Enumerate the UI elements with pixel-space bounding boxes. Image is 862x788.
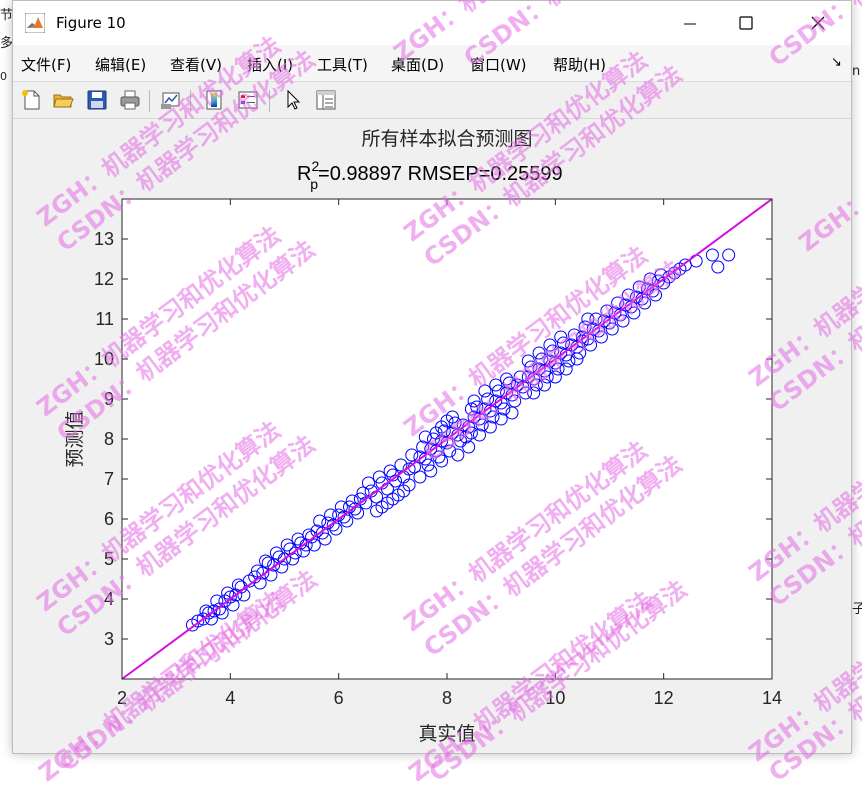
y-tick-label: 6 — [104, 509, 114, 529]
edit-plot-arrow-icon[interactable] — [279, 86, 307, 114]
matlab-logo-icon — [24, 12, 46, 34]
x-axis-label: 真实值 — [418, 723, 475, 745]
figure-toolbar — [13, 82, 851, 119]
window-title: Figure 10 — [56, 14, 126, 32]
y-tick-label: 8 — [104, 429, 114, 449]
dock-arrow-icon[interactable]: ↘ — [831, 55, 842, 70]
menu-edit[interactable]: 编辑(E) — [95, 54, 146, 75]
x-tick-label: 14 — [762, 688, 782, 708]
chart-title: 所有样本拟合预测图 — [361, 128, 532, 150]
print-icon[interactable] — [116, 86, 144, 114]
y-tick-label: 10 — [94, 349, 114, 369]
maximize-icon — [739, 16, 753, 30]
x-tick-label: 4 — [225, 688, 235, 708]
y-axis-label: 预测值 — [64, 410, 86, 467]
title-bar[interactable]: Figure 10 — [13, 1, 851, 45]
menu-tools[interactable]: 工具(T) — [317, 54, 368, 75]
menu-file[interactable]: 文件(F) — [21, 54, 71, 75]
background-text-fragment: n — [852, 64, 861, 79]
property-inspector-icon[interactable] — [312, 86, 340, 114]
menu-bar: 文件(F) 编辑(E) 查看(V) 插入(I) 工具(T) 桌面(D) 窗口(W… — [13, 45, 851, 82]
new-figure-icon[interactable] — [17, 86, 45, 114]
chart-subtitle: R2 p=0.98897 RMSEP=0.25599 — [297, 158, 563, 192]
background-text-fragment: 子 — [852, 602, 862, 617]
menu-help[interactable]: 帮助(H) — [553, 54, 606, 75]
menu-insert[interactable]: 插入(I) — [247, 54, 293, 75]
toolbar-separator — [190, 90, 191, 112]
subtitle-metrics: =0.98897 RMSEP=0.25599 — [318, 163, 563, 185]
subtitle-r-subscript: p — [310, 176, 318, 192]
y-tick-label: 11 — [95, 309, 114, 329]
close-button[interactable] — [795, 1, 841, 45]
maximize-button[interactable] — [723, 1, 769, 45]
insert-legend-icon[interactable] — [234, 86, 262, 114]
minimize-icon — [684, 23, 696, 25]
y-tick-label: 7 — [104, 469, 114, 489]
x-tick-label: 12 — [654, 688, 674, 708]
menu-window[interactable]: 窗口(W) — [470, 54, 527, 75]
x-tick-label: 8 — [442, 688, 452, 708]
x-tick-label: 2 — [117, 688, 127, 708]
y-tick-label: 4 — [104, 589, 114, 609]
link-plot-icon[interactable] — [157, 86, 185, 114]
toolbar-separator — [149, 90, 150, 112]
y-tick-label: 13 — [94, 229, 114, 249]
x-tick-label: 10 — [545, 688, 565, 708]
close-icon — [811, 16, 825, 30]
x-tick-label: 6 — [334, 688, 344, 708]
y-tick-label: 12 — [94, 269, 114, 289]
background-text-fragment: 0 — [0, 70, 7, 83]
menu-desktop[interactable]: 桌面(D) — [391, 54, 444, 75]
save-icon[interactable] — [83, 86, 111, 114]
menu-view[interactable]: 查看(V) — [170, 54, 222, 75]
y-tick-label: 9 — [104, 389, 114, 409]
y-tick-label: 3 — [104, 629, 114, 649]
minimize-button[interactable] — [667, 1, 713, 45]
toolbar-separator — [269, 90, 270, 112]
figure-window: Figure 10 文件(F) 编辑(E) 查看(V) 插入(I) 工具(T) … — [12, 0, 852, 754]
figure-canvas[interactable]: 2 4 6 8 10 12 14 3 4 5 6 7 8 9 10 11 12 13 所有样本拟合预测图 R2 p=… — [13, 119, 851, 753]
open-file-icon[interactable] — [49, 86, 77, 114]
insert-colorbar-icon[interactable] — [200, 86, 228, 114]
y-tick-label: 5 — [104, 549, 114, 569]
scatter-plot[interactable]: 2 4 6 8 10 12 14 3 4 5 6 7 8 9 10 11 12 13 所有样本拟合预测图 R2 p=… — [13, 119, 851, 753]
